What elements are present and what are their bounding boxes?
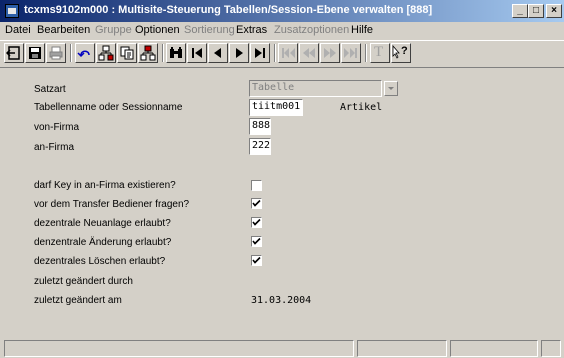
changed-by-label: zuletzt geändert durch <box>34 276 133 287</box>
window-title: tcxms9102m000 : Multisite-Steuerung Tabe… <box>24 4 433 16</box>
insert-record-button[interactable] <box>96 43 116 63</box>
maximize-button[interactable]: □ <box>528 4 544 18</box>
satzart-dropdown-button <box>384 81 398 96</box>
status-panel-4 <box>541 340 561 357</box>
tabellenname-field[interactable]: tiitm001 <box>249 99 303 116</box>
first-group-button[interactable] <box>278 43 298 63</box>
toolbar-separator <box>365 44 367 62</box>
menu-gruppe[interactable]: Gruppe <box>95 24 132 36</box>
change-allowed-label: denzentrale Änderung erlaubt? <box>34 237 172 248</box>
menu-hilfe[interactable]: Hilfe <box>351 24 373 36</box>
changed-on-value: 31.03.2004 <box>251 295 312 306</box>
status-bar <box>0 338 564 358</box>
arrow-right-icon <box>236 48 243 58</box>
form-area: Satzart Tabelle Tabellenname oder Sessio… <box>0 72 564 334</box>
checkmark-icon <box>252 237 261 245</box>
insert-record-icon <box>98 45 114 61</box>
exit-button[interactable] <box>4 43 24 63</box>
an-firma-label: an-Firma <box>34 142 75 153</box>
checkmark-icon <box>252 256 261 264</box>
an-firma-field[interactable]: 222 <box>249 138 271 155</box>
minimize-button[interactable]: _ <box>512 4 528 18</box>
new-allowed-label: dezentrale Neuanlage erlaubt? <box>34 218 171 229</box>
text-icon: T <box>374 44 384 60</box>
app-icon[interactable] <box>5 4 19 18</box>
ask-user-checkbox[interactable] <box>251 198 262 209</box>
toolbar-separator <box>70 44 72 62</box>
menu-bearbeiten[interactable]: Bearbeiten <box>37 24 90 36</box>
satzart-label: Satzart <box>34 84 66 95</box>
save-button[interactable] <box>25 43 45 63</box>
menu-optionen[interactable]: Optionen <box>135 24 180 36</box>
title-bar[interactable]: tcxms9102m000 : Multisite-Steuerung Tabe… <box>0 0 564 22</box>
change-allowed-checkbox[interactable] <box>251 236 262 247</box>
satzart-field: Tabelle <box>249 80 382 97</box>
context-help-button[interactable]: ? <box>391 43 411 63</box>
toolbar: T ? <box>0 40 564 68</box>
status-panel-2 <box>357 340 447 357</box>
von-firma-field[interactable]: 888 <box>249 118 271 135</box>
checkmark-icon <box>252 199 261 207</box>
changed-on-label: zuletzt geändert am <box>34 295 122 306</box>
first-record-icon <box>192 48 202 58</box>
last-record-icon <box>255 48 265 58</box>
copy-record-button[interactable] <box>117 43 137 63</box>
tabellenname-label: Tabellenname oder Sessionname <box>34 102 183 113</box>
exit-icon <box>6 46 20 60</box>
binoculars-icon <box>170 47 182 58</box>
previous-group-button[interactable] <box>299 43 319 63</box>
double-arrow-right-icon <box>324 48 336 58</box>
find-button[interactable] <box>166 43 186 63</box>
delete-record-button[interactable] <box>138 43 158 63</box>
help-question-mark: ? <box>401 45 408 57</box>
undo-icon <box>77 50 90 58</box>
menu-datei[interactable]: Datei <box>5 24 31 36</box>
first-record-button[interactable] <box>187 43 207 63</box>
copy-icon <box>120 46 134 60</box>
text-button[interactable]: T <box>370 43 390 63</box>
floppy-disk-icon <box>29 47 41 59</box>
delete-record-icon <box>140 45 156 61</box>
menu-bar: Datei Bearbeiten Gruppe Optionen Sortier… <box>0 22 564 39</box>
first-group-icon <box>282 48 295 58</box>
printer-icon <box>49 46 63 60</box>
menu-zusatzoptionen[interactable]: Zusatzoptionen <box>274 24 349 36</box>
key-exist-label: darf Key in an-Firma existieren? <box>34 180 176 191</box>
next-record-button[interactable] <box>229 43 249 63</box>
delete-allowed-checkbox[interactable] <box>251 255 262 266</box>
last-record-button[interactable] <box>250 43 270 63</box>
von-firma-label: von-Firma <box>34 122 80 133</box>
arrow-left-icon <box>214 48 221 58</box>
status-panel-3 <box>450 340 538 357</box>
tabellenname-description: Artikel <box>340 102 383 113</box>
delete-allowed-label: dezentrales Löschen erlaubt? <box>34 256 166 267</box>
close-button[interactable]: × <box>546 4 562 18</box>
ask-user-label: vor dem Transfer Bediener fragen? <box>34 199 190 210</box>
previous-record-button[interactable] <box>208 43 228 63</box>
toolbar-separator <box>274 44 276 62</box>
last-group-button[interactable] <box>341 43 361 63</box>
print-button[interactable] <box>46 43 66 63</box>
toolbar-separator <box>162 44 164 62</box>
new-allowed-checkbox[interactable] <box>251 217 262 228</box>
checkmark-icon <box>252 218 261 226</box>
status-panel-main <box>4 340 354 357</box>
next-group-button[interactable] <box>320 43 340 63</box>
double-arrow-left-icon <box>303 48 315 58</box>
menu-extras[interactable]: Extras <box>236 24 267 36</box>
key-exist-checkbox[interactable] <box>251 180 262 191</box>
last-group-icon <box>344 48 357 58</box>
undo-button[interactable] <box>75 43 95 63</box>
menu-sortierung[interactable]: Sortierung <box>184 24 235 36</box>
